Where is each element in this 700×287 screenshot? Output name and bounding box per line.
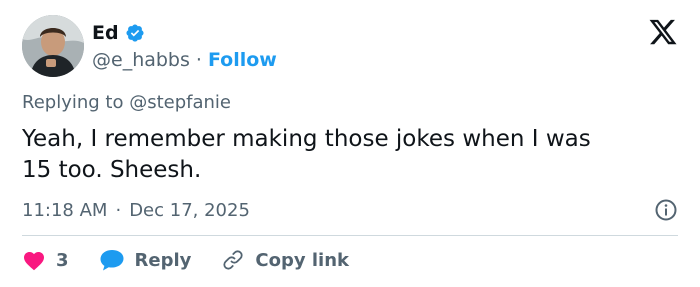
like-button[interactable]: 3 bbox=[22, 249, 69, 271]
tweet-text: Yeah, I remember making those jokes when… bbox=[22, 126, 591, 183]
action-bar: 3 Reply Copy link bbox=[22, 245, 379, 275]
handle-row: @e_habbs · Follow bbox=[92, 47, 277, 73]
follow-button[interactable]: Follow bbox=[208, 49, 277, 71]
timestamp-row[interactable]: 11:18 AM · Dec 17, 2025 bbox=[22, 197, 250, 223]
divider bbox=[22, 235, 678, 236]
separator-dot: · bbox=[195, 49, 202, 71]
tweet-card: Ed @e_habbs · Follow Replying to @stepfa… bbox=[0, 0, 700, 287]
date-separator: · bbox=[115, 199, 122, 221]
display-name[interactable]: Ed bbox=[92, 22, 119, 44]
name-row: Ed bbox=[92, 20, 145, 46]
avatar[interactable] bbox=[22, 15, 84, 77]
tweet-date: Dec 17, 2025 bbox=[129, 199, 250, 221]
like-count: 3 bbox=[56, 249, 69, 271]
user-handle[interactable]: @e_habbs bbox=[92, 49, 190, 71]
reply-label: Reply bbox=[134, 249, 192, 271]
info-icon[interactable] bbox=[654, 198, 678, 222]
replying-to[interactable]: Replying to @stepfanie bbox=[22, 92, 231, 113]
tweet-time: 11:18 AM bbox=[22, 199, 108, 221]
reply-button[interactable]: Reply bbox=[99, 248, 192, 272]
heart-icon bbox=[22, 249, 46, 271]
x-logo-icon[interactable] bbox=[648, 17, 678, 47]
speech-bubble-icon bbox=[99, 248, 125, 272]
verified-badge-icon bbox=[125, 23, 145, 43]
link-icon bbox=[221, 248, 245, 272]
copy-link-button[interactable]: Copy link bbox=[221, 248, 349, 272]
copy-link-label: Copy link bbox=[255, 249, 349, 271]
